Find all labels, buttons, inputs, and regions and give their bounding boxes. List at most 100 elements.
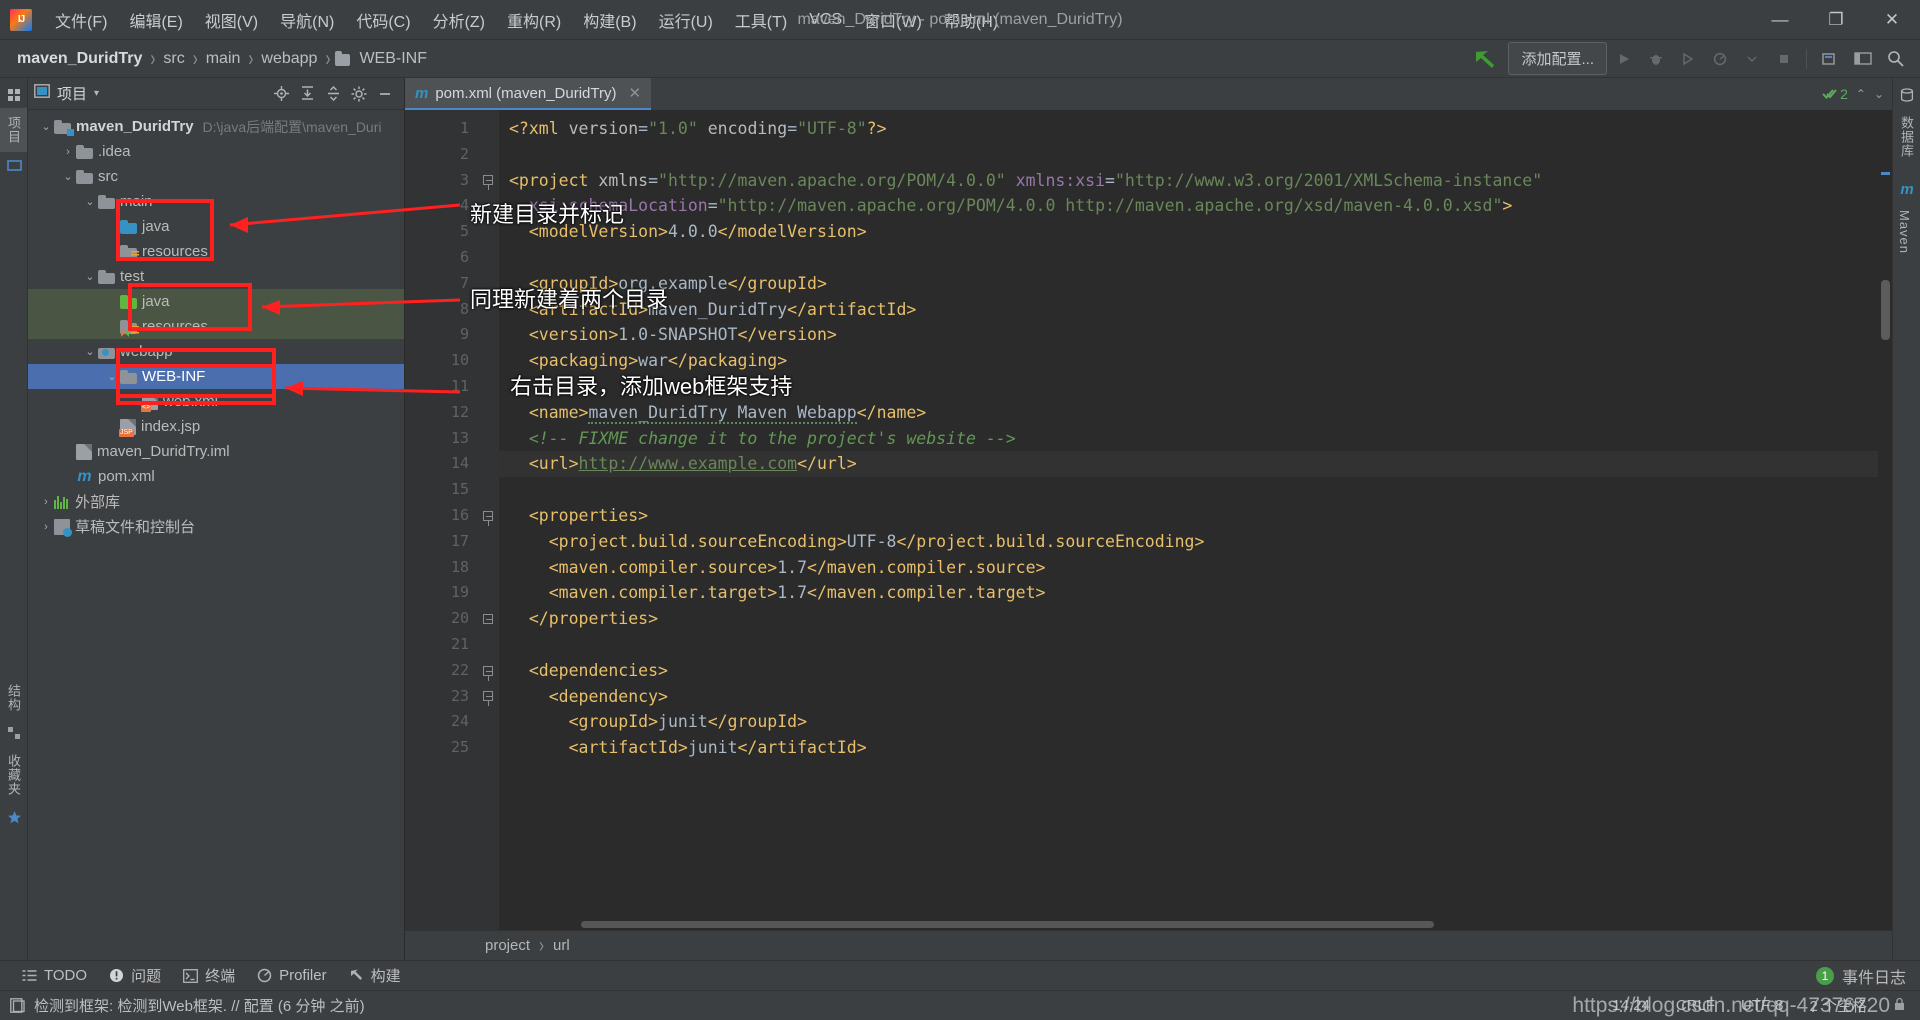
editor-breadcrumb-project[interactable]: project — [485, 937, 530, 954]
build-icon[interactable] — [1816, 44, 1846, 74]
minimize-button[interactable]: — — [1752, 0, 1808, 40]
code-line[interactable]: <groupId>org.example</groupId> — [499, 271, 1878, 297]
editor-breadcrumb[interactable]: project › url — [405, 930, 1892, 960]
chevron-down-icon[interactable]: ⌄ — [82, 270, 98, 283]
tree-node-pom-xml[interactable]: m pom.xml — [28, 464, 404, 489]
fold-marker-close[interactable] — [477, 606, 499, 632]
project-tree[interactable]: ⌄ maven_DuridTry D:\java后端配置\maven_Duri › .i… — [28, 110, 404, 960]
tree-node-webapp[interactable]: ⌄ webapp — [28, 339, 404, 364]
menu-item-run[interactable]: 运行(U) — [648, 4, 724, 36]
code-line[interactable]: <?xml version="1.0" encoding="UTF-8"?> — [499, 116, 1878, 142]
toolwindow-profiler[interactable]: Profiler — [257, 967, 327, 984]
tree-node-index-jsp[interactable]: JSP index.jsp — [28, 414, 404, 439]
tree-node-web-xml[interactable]: <> web.xml — [28, 389, 404, 414]
scrollbar-thumb[interactable] — [581, 921, 1435, 928]
chevron-down-icon[interactable]: ⌄ — [82, 345, 98, 358]
code-folding-column[interactable] — [477, 110, 499, 930]
menu-item-build[interactable]: 构建(B) — [572, 4, 647, 36]
tree-node-main[interactable]: ⌄ main — [28, 189, 404, 214]
tree-node-web-inf[interactable]: ⌄ WEB-INF — [28, 364, 404, 389]
breadcrumb[interactable]: maven_DuridTry › src › main › webapp › W… — [0, 46, 430, 72]
code-line[interactable]: xsi:schemaLocation="http://maven.apache.… — [499, 193, 1878, 219]
code-line[interactable]: <url>http://www.example.com</url> — [499, 451, 1878, 478]
settings-gear-icon[interactable] — [346, 81, 372, 107]
breadcrumb-item-webapp[interactable]: webapp — [258, 48, 320, 70]
menu-item-edit[interactable]: 编辑(E) — [118, 4, 193, 36]
code-line[interactable]: <modelVersion>4.0.0</modelVersion> — [499, 219, 1878, 245]
rail-tab-maven[interactable]: Maven — [1893, 202, 1916, 262]
breadcrumb-item-main[interactable]: main — [203, 48, 244, 70]
breadcrumb-item-webinf[interactable]: WEB-INF — [356, 48, 430, 70]
debug-icon[interactable] — [1641, 44, 1671, 74]
main-menu-bar[interactable]: 文件(F) 编辑(E) 视图(V) 导航(N) 代码(C) 分析(Z) 重构(R… — [44, 4, 1009, 36]
menu-item-vcs[interactable]: VCS — [798, 7, 853, 33]
menu-item-view[interactable]: 视图(V) — [194, 4, 269, 36]
code-line[interactable] — [499, 632, 1878, 658]
event-log-label[interactable]: 事件日志 — [1842, 964, 1906, 988]
chevron-down-icon[interactable]: ⌄ — [82, 195, 98, 208]
menu-item-analyze[interactable]: 分析(Z) — [422, 4, 496, 36]
menu-item-window[interactable]: 窗口(W) — [853, 4, 933, 36]
fold-marker-open[interactable] — [477, 168, 499, 194]
editor-vertical-scrollbar-thumb[interactable] — [1881, 280, 1890, 340]
collapse-all-icon[interactable] — [320, 81, 346, 107]
menu-item-refactor[interactable]: 重构(R) — [496, 4, 572, 36]
editor-breadcrumb-url[interactable]: url — [553, 937, 570, 954]
tree-node-maven-duridtry[interactable]: ⌄ maven_DuridTry D:\java后端配置\maven_Duri — [28, 114, 404, 139]
close-button[interactable]: ✕ — [1864, 0, 1920, 40]
run-icon[interactable] — [1609, 44, 1639, 74]
editor-marker-rail[interactable] — [1878, 110, 1892, 930]
editor-tab-pom-xml[interactable]: m pom.xml (maven_DuridTry) ✕ — [405, 78, 652, 110]
code-content[interactable]: <?xml version="1.0" encoding="UTF-8"?> <… — [499, 110, 1878, 930]
code-line[interactable]: <artifactId>junit</artifactId> — [499, 735, 1878, 761]
rail-tab-structure[interactable]: 结构 — [0, 676, 27, 720]
code-line[interactable]: <!-- FIXME change it to the project's we… — [499, 426, 1878, 452]
next-problem-icon[interactable]: ⌄ — [1874, 87, 1884, 101]
tree-node-resources[interactable]: resources — [28, 314, 404, 339]
search-icon[interactable] — [1880, 44, 1910, 74]
code-line[interactable] — [499, 142, 1878, 168]
favorites-star-icon[interactable] — [0, 804, 28, 830]
code-line[interactable]: <maven.compiler.target>1.7</maven.compil… — [499, 580, 1878, 606]
menu-item-code[interactable]: 代码(C) — [345, 4, 421, 36]
tree-node-java[interactable]: java — [28, 289, 404, 314]
rail-tab-favorites[interactable]: 收藏夹 — [0, 746, 27, 804]
code-line[interactable] — [499, 245, 1878, 271]
tree-node-src[interactable]: ⌄ src — [28, 164, 404, 189]
chevron-down-icon[interactable]: ⌄ — [60, 170, 76, 183]
close-icon[interactable]: ✕ — [629, 84, 642, 102]
prev-problem-icon[interactable]: ⌃ — [1856, 87, 1866, 101]
code-line[interactable]: <project.build.sourceEncoding>UTF-8</pro… — [499, 529, 1878, 555]
tree-node-maven-duridtry-iml[interactable]: maven_DuridTry.iml — [28, 439, 404, 464]
fold-marker-open[interactable] — [477, 684, 499, 710]
chevron-right-icon[interactable]: › — [60, 146, 76, 158]
lock-icon[interactable] — [1893, 997, 1906, 1015]
chevron-down-icon[interactable]: ▾ — [94, 88, 99, 99]
maximize-button[interactable]: ❐ — [1808, 0, 1864, 40]
commit-rail-icon[interactable] — [0, 152, 28, 178]
toolwindow-build[interactable]: 构建 — [349, 965, 401, 986]
toolwindow-todo[interactable]: TODO — [22, 967, 87, 984]
inspection-status[interactable]: 2 — [1822, 86, 1848, 102]
hide-panel-icon[interactable] — [372, 81, 398, 107]
tree-node--idea[interactable]: › .idea — [28, 139, 404, 164]
menu-item-file[interactable]: 文件(F) — [44, 4, 118, 36]
toolwindow-problems[interactable]: 问题 — [109, 965, 161, 986]
code-line[interactable]: <artifactId>maven_DuridTry</artifactId> — [499, 297, 1878, 323]
event-log-area[interactable]: 1 事件日志 — [1815, 964, 1920, 988]
code-line[interactable]: </properties> — [499, 606, 1878, 632]
code-line[interactable]: <properties> — [499, 503, 1878, 529]
chevron-down-icon[interactable]: ⌄ — [104, 370, 120, 383]
structure-rail-icon[interactable] — [0, 720, 28, 746]
code-line[interactable] — [499, 477, 1878, 503]
code-line[interactable]: <dependency> — [499, 684, 1878, 710]
breadcrumb-item-src[interactable]: src — [160, 48, 187, 70]
expand-all-icon[interactable] — [294, 81, 320, 107]
run-with-coverage-icon[interactable] — [1673, 44, 1703, 74]
toolwindow-terminal[interactable]: 终端 — [183, 965, 235, 986]
code-line[interactable]: <project xmlns="http://maven.apache.org/… — [499, 168, 1878, 194]
editor-horizontal-scrollbar[interactable] — [571, 920, 1864, 930]
fold-marker-open[interactable] — [477, 503, 499, 529]
profile-icon[interactable] — [1705, 44, 1735, 74]
chevron-down-icon[interactable]: ⌄ — [38, 120, 54, 133]
